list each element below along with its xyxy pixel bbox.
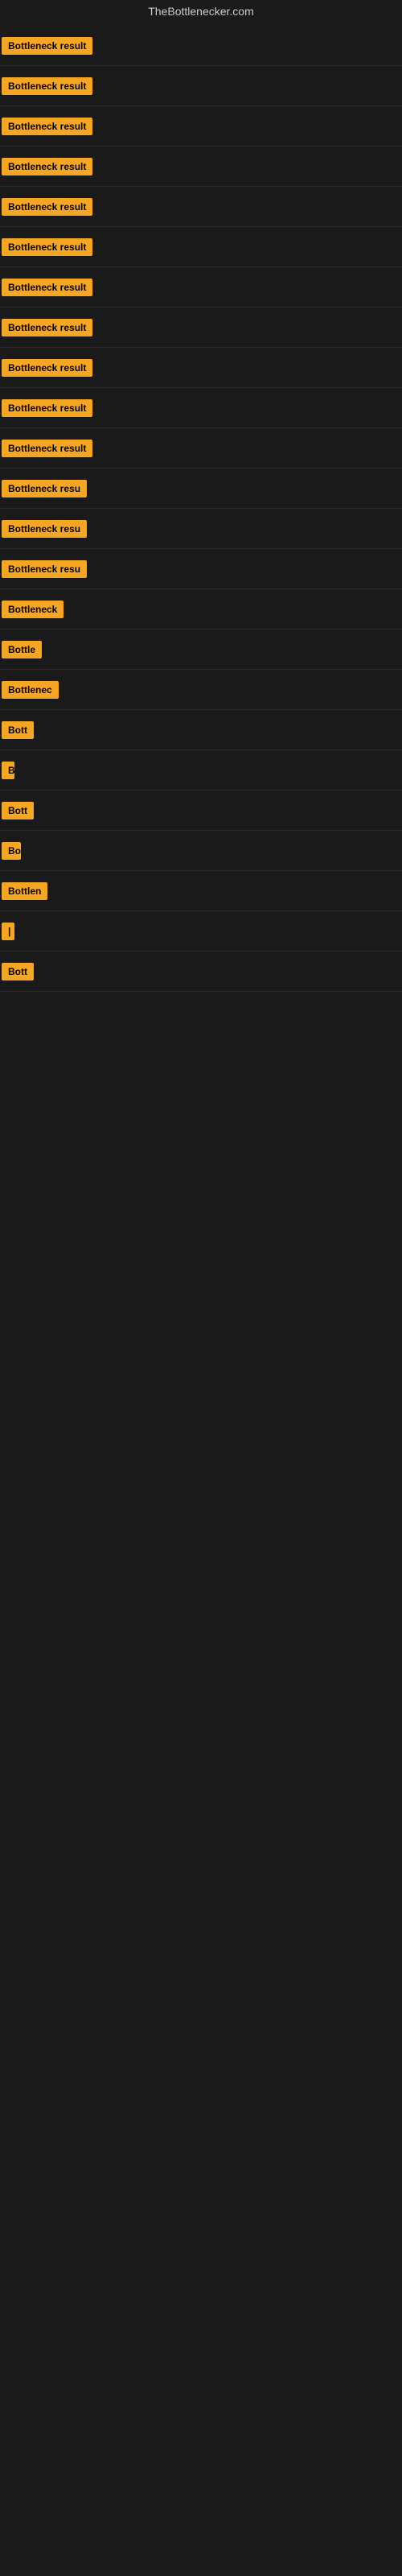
- bottleneck-result-bar[interactable]: Bottleneck resu: [2, 520, 87, 538]
- bottleneck-result-bar[interactable]: Bottleneck result: [2, 77, 92, 95]
- bottleneck-result-bar[interactable]: Bott: [2, 963, 34, 980]
- list-item: B: [0, 750, 402, 791]
- bottleneck-result-bar[interactable]: Bott: [2, 802, 34, 819]
- list-item: Bottleneck result: [0, 308, 402, 348]
- list-item: Bottleneck resu: [0, 549, 402, 589]
- bottleneck-result-bar[interactable]: B: [2, 762, 14, 779]
- list-item: Bottleneck result: [0, 227, 402, 267]
- bottleneck-result-bar[interactable]: |: [2, 923, 14, 940]
- bottleneck-result-bar[interactable]: Bo: [2, 842, 21, 860]
- list-item: Bott: [0, 710, 402, 750]
- bottleneck-result-bar[interactable]: Bottleneck result: [2, 279, 92, 296]
- list-item: Bottle: [0, 630, 402, 670]
- list-item: Bottleneck result: [0, 147, 402, 187]
- site-title: TheBottlenecker.com: [0, 0, 402, 26]
- list-item: Bottleneck result: [0, 187, 402, 227]
- bottleneck-result-bar[interactable]: Bottleneck resu: [2, 560, 87, 578]
- list-item: Bottleneck result: [0, 66, 402, 106]
- bottleneck-result-bar[interactable]: Bottlen: [2, 882, 47, 900]
- bottleneck-result-bar[interactable]: Bottleneck result: [2, 319, 92, 336]
- bottleneck-result-bar[interactable]: Bottleneck result: [2, 359, 92, 377]
- list-item: Bottleneck result: [0, 267, 402, 308]
- list-item: Bottleneck result: [0, 348, 402, 388]
- list-item: Bottleneck result: [0, 388, 402, 428]
- list-item: Bottleneck: [0, 589, 402, 630]
- bottleneck-result-bar[interactable]: Bott: [2, 721, 34, 739]
- list-item: |: [0, 911, 402, 952]
- bottleneck-result-bar[interactable]: Bottleneck result: [2, 440, 92, 457]
- bottleneck-result-bar[interactable]: Bottlenec: [2, 681, 59, 699]
- list-item: Bottlen: [0, 871, 402, 911]
- bottleneck-result-bar[interactable]: Bottleneck result: [2, 238, 92, 256]
- bottleneck-result-bar[interactable]: Bottleneck resu: [2, 480, 87, 497]
- list-item: Bottleneck result: [0, 26, 402, 66]
- list-item: Bottleneck resu: [0, 509, 402, 549]
- bottleneck-result-bar[interactable]: Bottleneck result: [2, 158, 92, 175]
- bottleneck-result-bar[interactable]: Bottleneck result: [2, 399, 92, 417]
- list-item: Bott: [0, 952, 402, 992]
- list-item: Bott: [0, 791, 402, 831]
- list-item: Bottleneck result: [0, 106, 402, 147]
- bottleneck-result-bar[interactable]: Bottleneck result: [2, 118, 92, 135]
- list-item: Bottleneck resu: [0, 469, 402, 509]
- bottleneck-result-bar[interactable]: Bottleneck result: [2, 198, 92, 216]
- list-item: Bottlenec: [0, 670, 402, 710]
- bottleneck-result-bar[interactable]: Bottle: [2, 641, 42, 658]
- bottleneck-result-bar[interactable]: Bottleneck: [2, 601, 64, 618]
- list-item: Bottleneck result: [0, 428, 402, 469]
- bottleneck-result-bar[interactable]: Bottleneck result: [2, 37, 92, 55]
- list-item: Bo: [0, 831, 402, 871]
